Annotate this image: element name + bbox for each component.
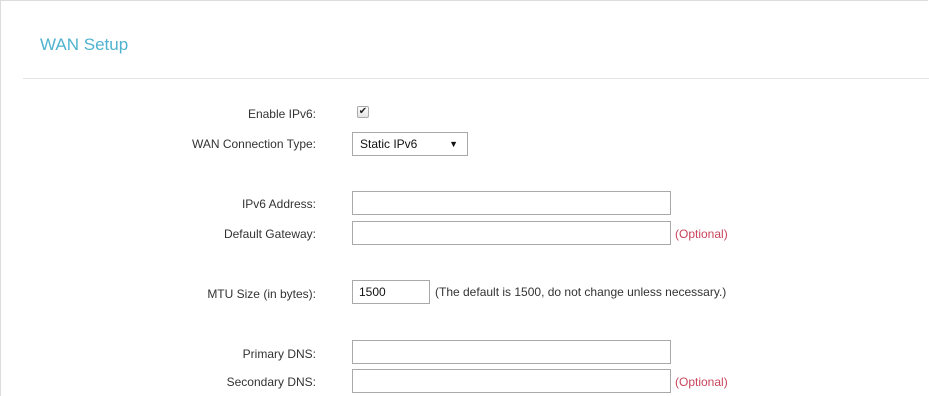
mtu-hint: (The default is 1500, do not change unle… xyxy=(435,285,727,299)
ipv6-address-label: IPv6 Address: xyxy=(241,197,316,211)
secondary-dns-optional-note: (Optional) xyxy=(675,375,728,389)
mtu-size-label: MTU Size (in bytes): xyxy=(207,287,316,301)
connection-type-value: Static IPv6 xyxy=(360,137,418,151)
default-gateway-input[interactable] xyxy=(352,221,671,245)
section-title: WAN Setup xyxy=(40,35,129,54)
checkmark-icon: ✔ xyxy=(358,106,368,117)
default-gateway-label: Default Gateway: xyxy=(223,227,316,241)
primary-dns-label: Primary DNS: xyxy=(242,347,316,361)
mtu-size-input[interactable]: 1500 xyxy=(352,280,430,304)
connection-type-label: WAN Connection Type: xyxy=(191,137,316,151)
enable-ipv6-label: Enable IPv6: xyxy=(247,107,316,121)
default-gateway-optional-note: (Optional) xyxy=(675,227,728,241)
primary-dns-input[interactable] xyxy=(352,340,671,364)
dropdown-arrow-icon: ▼ xyxy=(449,139,458,149)
connection-type-select[interactable]: Static IPv6 ▼ xyxy=(352,132,468,156)
secondary-dns-label: Secondary DNS: xyxy=(226,375,316,389)
ipv6-address-input[interactable] xyxy=(352,191,671,215)
section-divider xyxy=(23,78,929,79)
secondary-dns-input[interactable] xyxy=(352,369,671,393)
wan-setup-panel: WAN Setup Enable IPv6: ✔ WAN Connection … xyxy=(0,0,929,396)
enable-ipv6-checkbox[interactable]: ✔ xyxy=(357,106,369,118)
